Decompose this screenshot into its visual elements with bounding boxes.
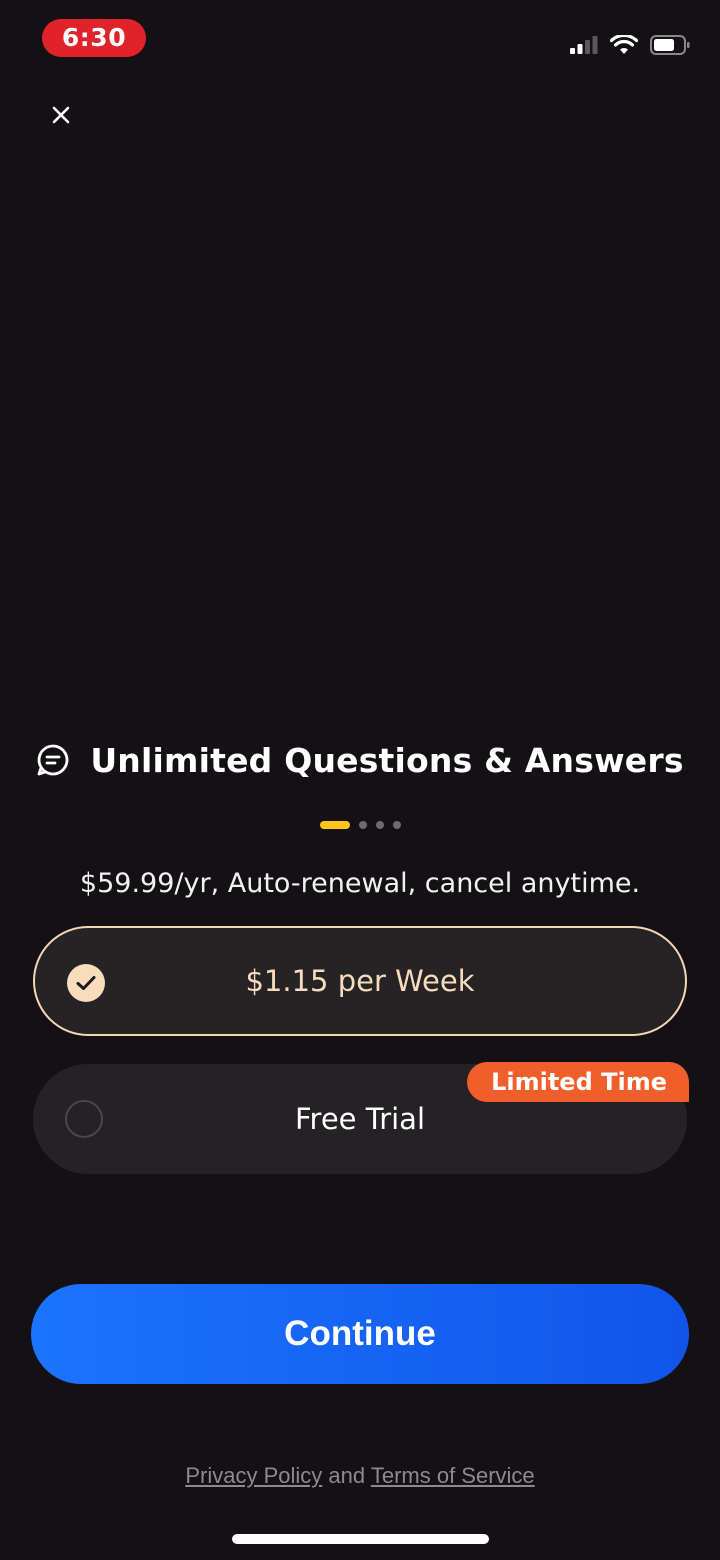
feature-headline: Unlimited Questions & Answers (0, 734, 720, 786)
plan-option-free-trial[interactable]: Free Trial Limited Time (33, 1062, 689, 1174)
terms-of-service-link[interactable]: Terms of Service (371, 1463, 535, 1488)
page-dot (375, 821, 384, 829)
continue-button[interactable]: Continue (31, 1284, 689, 1384)
limited-time-badge: Limited Time (467, 1062, 689, 1102)
legal-links: Privacy Policy and Terms of Service (0, 1463, 720, 1489)
feature-title: Unlimited Questions & Answers (90, 740, 684, 780)
close-button[interactable] (44, 98, 78, 132)
page-dot (392, 821, 401, 829)
legal-and-text: and (328, 1463, 366, 1488)
cellular-signal-icon (570, 36, 598, 54)
plan-label: $1.15 per Week (245, 964, 475, 998)
plan-option-weekly[interactable]: $1.15 per Week (33, 926, 687, 1036)
wifi-icon (610, 35, 638, 54)
home-indicator[interactable] (232, 1534, 489, 1544)
status-time: 6:30 (42, 19, 146, 57)
status-icons (570, 33, 690, 57)
close-icon (52, 106, 70, 124)
privacy-policy-link[interactable]: Privacy Policy (185, 1463, 322, 1488)
page-indicator (0, 820, 720, 830)
page-dot (358, 821, 367, 829)
pricing-note: $59.99/yr, Auto-renewal, cancel anytime. (79, 868, 641, 899)
battery-icon (650, 35, 690, 55)
chat-bubble-icon (37, 744, 69, 776)
page-dot-active (319, 821, 350, 829)
status-bar: 6:30 (0, 0, 720, 80)
